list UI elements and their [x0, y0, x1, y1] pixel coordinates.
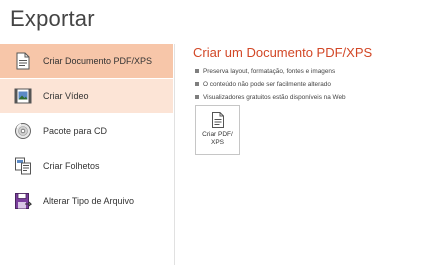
nav-divider: [174, 44, 175, 265]
pdf-xps-panel: Criar um Documento PDF/XPS Preserva layo…: [193, 45, 433, 155]
button-label: Criar PDF/ XPS: [202, 131, 233, 146]
panel-title: Criar um Documento PDF/XPS: [193, 45, 373, 60]
bullet-icon: [195, 95, 199, 99]
list-item-text: O conteúdo não pode ser facilmente alter…: [203, 81, 331, 88]
export-backstage-page: Exportar Criar Documento PDF/XPS Criar V…: [0, 0, 436, 265]
list-item-text: Preserva layout, formatação, fontes e im…: [203, 68, 336, 75]
nav-item-label: Pacote para CD: [43, 126, 108, 136]
nav-item-label: Criar Folhetos: [43, 161, 100, 171]
nav-item-change-file-type[interactable]: Alterar Tipo de Arquivo: [0, 184, 173, 218]
bullet-icon: [195, 82, 199, 86]
list-item-text: Visualizadores gratuitos estão disponíve…: [203, 94, 346, 101]
list-item: O conteúdo não pode ser facilmente alter…: [193, 79, 433, 92]
create-pdf-icon: [211, 112, 225, 128]
nav-item-package-cd[interactable]: Pacote para CD: [0, 114, 173, 148]
nav-item-create-handouts[interactable]: Criar Folhetos: [0, 149, 173, 183]
cd-package-icon: [14, 122, 32, 140]
video-icon: [14, 87, 32, 105]
feature-list: Preserva layout, formatação, fontes e im…: [193, 66, 433, 105]
create-pdf-xps-button[interactable]: Criar PDF/ XPS: [195, 105, 240, 155]
nav-item-label: Criar Vídeo: [43, 91, 89, 101]
bullet-icon: [195, 69, 199, 73]
nav-item-label: Alterar Tipo de Arquivo: [43, 196, 135, 206]
nav-item-label: Criar Documento PDF/XPS: [43, 56, 153, 66]
export-options-nav: Criar Documento PDF/XPS Criar Vídeo Paco…: [0, 44, 173, 265]
pdf-document-icon: [14, 52, 32, 70]
nav-item-create-pdf-xps[interactable]: Criar Documento PDF/XPS: [0, 44, 173, 78]
page-title: Exportar: [10, 6, 95, 31]
nav-item-create-video[interactable]: Criar Vídeo: [0, 79, 173, 113]
change-file-type-icon: [14, 192, 32, 210]
list-item: Visualizadores gratuitos estão disponíve…: [193, 92, 433, 105]
handouts-icon: [14, 157, 32, 175]
list-item: Preserva layout, formatação, fontes e im…: [193, 66, 433, 79]
